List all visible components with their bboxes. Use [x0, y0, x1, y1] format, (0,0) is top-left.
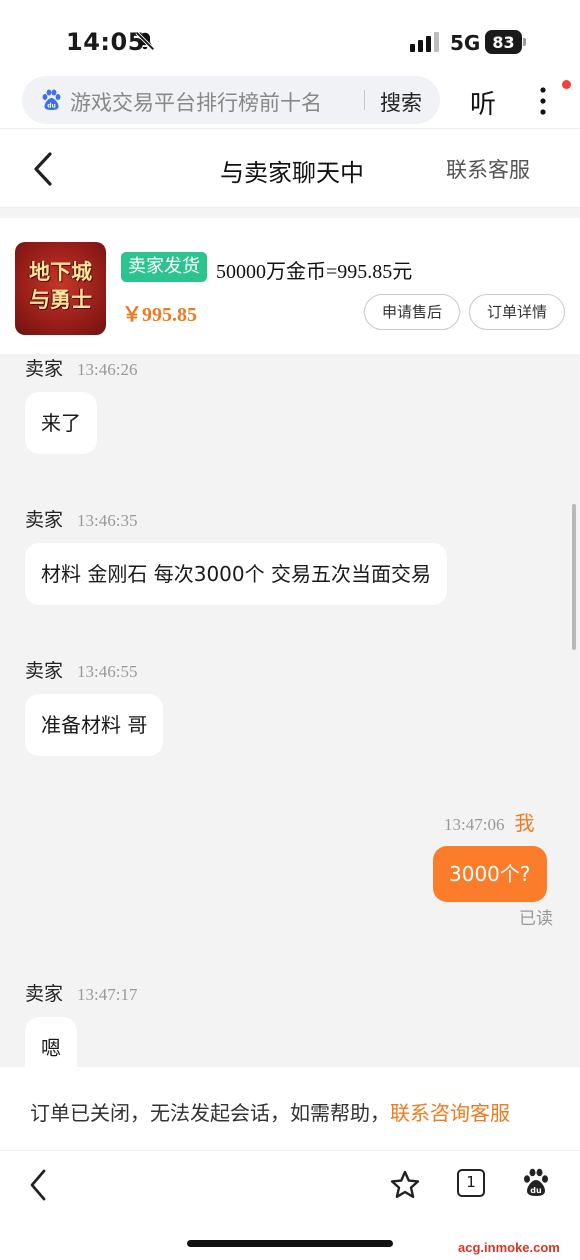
notice-text: 订单已关闭，无法发起会话，如需帮助，联系咨询客服: [30, 1097, 510, 1126]
order-price: ￥995.85: [122, 304, 197, 326]
svg-text:du: du: [47, 103, 56, 110]
search-query[interactable]: 游戏交易平台排行榜前十名: [70, 87, 322, 117]
search-row: du 游戏交易平台排行榜前十名 搜索 听: [0, 76, 580, 128]
message-meta: 卖家 13:46:55: [25, 656, 137, 683]
after-sale-button[interactable]: 申请售后: [364, 294, 460, 330]
notice-bar: 订单已关闭，无法发起会话，如需帮助，联系咨询客服: [0, 1067, 580, 1151]
message-meta: 卖家 13:46:26: [25, 354, 137, 381]
battery-level: 83: [485, 30, 522, 54]
message-meta: 卖家 13:46:35: [25, 505, 137, 532]
page-title-text: 与卖家聊天中: [220, 159, 364, 187]
notice-message: 订单已关闭，无法发起会话，如需帮助，: [30, 1101, 390, 1125]
chat-area[interactable]: 卖家 13:46:26 来了 卖家 13:46:35 材料 金刚石 每次3000个 …: [0, 354, 580, 1067]
chat-bubble-seller: 来了: [25, 392, 97, 454]
message-time: 13:47:17: [77, 985, 138, 1004]
message-time: 13:46:26: [77, 360, 138, 379]
game-icon[interactable]: 地下城 与勇士: [15, 242, 106, 335]
sender-name-me: 我: [514, 811, 535, 835]
customer-service-link[interactable]: 联系客服: [446, 154, 530, 184]
sender-name: 卖家: [25, 660, 64, 682]
battery-icon: 83: [485, 30, 527, 54]
nav-header: 与卖家聊天中 联系客服: [0, 128, 580, 208]
contact-support-link[interactable]: 联系咨询客服: [390, 1101, 510, 1125]
watermark: acg.inmoke.com: [456, 1240, 562, 1255]
search-box[interactable]: du 游戏交易平台排行榜前十名 搜索: [22, 76, 440, 124]
network-label: 5G: [450, 31, 481, 55]
bell-muted-icon: [135, 31, 155, 51]
order-detail-button[interactable]: 订单详情: [469, 294, 565, 330]
game-name-line2: 与勇士: [29, 288, 92, 312]
message-time: 13:47:06: [444, 815, 505, 834]
listen-button[interactable]: 听: [470, 84, 496, 121]
status-bar: 14:05 5G 83: [0, 0, 580, 80]
baidu-home-icon[interactable]: du: [521, 1167, 551, 1199]
read-status: 已读: [519, 909, 553, 929]
chat-bubble-seller: 材料 金刚石 每次3000个 交易五次当面交易: [25, 543, 447, 605]
more-icon[interactable]: [538, 86, 548, 116]
signal-icon: [410, 32, 439, 52]
star-icon[interactable]: [389, 1169, 421, 1201]
ship-badge: 卖家发货: [121, 252, 207, 282]
game-name-line1: 地下城: [29, 260, 92, 284]
message-meta-me: 13:47:06 我: [444, 807, 534, 836]
sender-name: 卖家: [25, 509, 64, 531]
order-title: 50000万金币=995.85元: [216, 261, 413, 283]
tabs-icon[interactable]: 1: [457, 1169, 485, 1197]
message-meta: 卖家 13:47:17: [25, 979, 137, 1006]
sender-name: 卖家: [25, 358, 64, 380]
scrollbar[interactable]: [572, 504, 576, 650]
order-card: 地下城 与勇士 卖家发货 50000万金币=995.85元 ￥995.85 申请…: [0, 208, 580, 354]
svg-text:du: du: [530, 1186, 542, 1195]
chat-bubble-seller: 准备材料 哥: [25, 694, 164, 756]
notification-dot: [562, 80, 571, 89]
chat-bubble-seller: 嗯: [25, 1017, 77, 1067]
message-time: 13:46:55: [77, 662, 138, 681]
search-divider: [364, 90, 365, 110]
sender-name: 卖家: [25, 983, 64, 1005]
search-button[interactable]: 搜索: [380, 87, 422, 117]
message-time: 13:46:35: [77, 511, 138, 530]
battery-tip: [523, 38, 526, 46]
chat-bubble-me: 3000个?: [433, 846, 547, 902]
game-icon-text: 地下城 与勇士: [15, 258, 106, 314]
home-indicator: [187, 1240, 393, 1247]
baidu-paw-icon: du: [42, 89, 61, 110]
browser-back-icon[interactable]: [28, 1169, 48, 1201]
